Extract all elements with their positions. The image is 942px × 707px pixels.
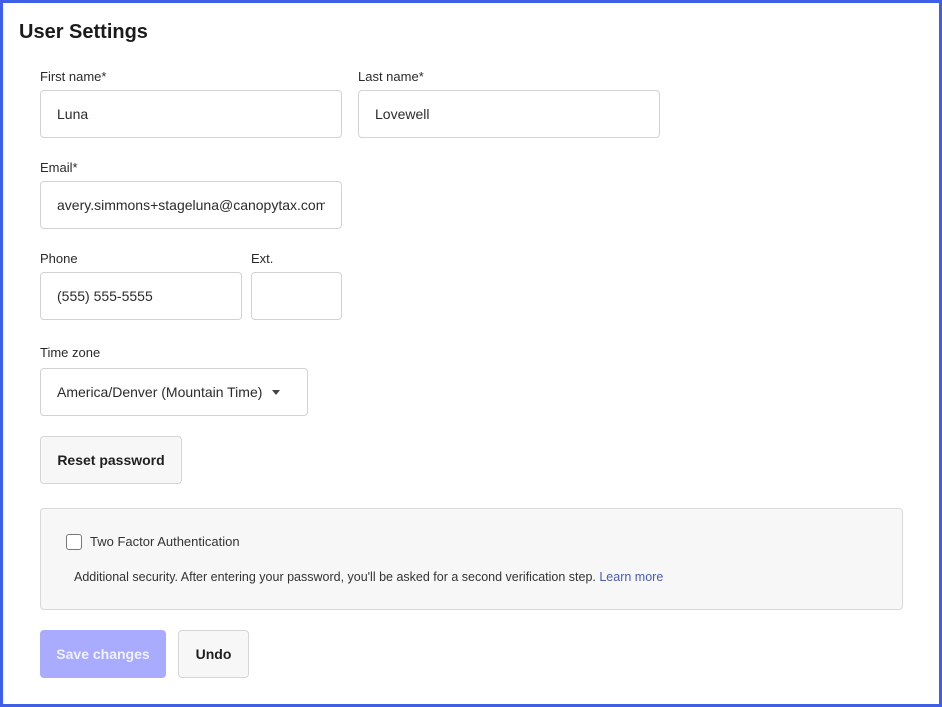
caret-down-icon [272, 389, 281, 395]
two-factor-checkbox[interactable] [66, 534, 82, 550]
two-factor-description: Additional security. After entering your… [74, 570, 663, 584]
first-name-input[interactable] [40, 90, 342, 138]
last-name-input[interactable] [358, 90, 660, 138]
phone-input[interactable] [40, 272, 242, 320]
page-title: User Settings [19, 21, 148, 43]
learn-more-link[interactable]: Learn more [599, 570, 663, 584]
first-name-label: First name* [40, 69, 107, 84]
email-label: Email* [40, 160, 78, 175]
two-factor-panel: Two Factor Authentication Additional sec… [40, 508, 903, 610]
time-zone-select[interactable]: America/Denver (Mountain Time) [40, 368, 308, 416]
ext-input[interactable] [251, 272, 342, 320]
ext-label: Ext. [251, 251, 274, 266]
two-factor-label: Two Factor Authentication [90, 534, 240, 549]
two-factor-description-text: Additional security. After entering your… [74, 570, 596, 584]
phone-label: Phone [40, 251, 78, 266]
reset-password-button[interactable]: Reset password [40, 436, 182, 484]
settings-window: User Settings First name* Last name* Ema… [0, 0, 942, 707]
undo-button[interactable]: Undo [178, 630, 249, 678]
last-name-label: Last name* [358, 69, 424, 84]
save-changes-button[interactable]: Save changes [40, 630, 166, 678]
time-zone-label: Time zone [40, 345, 101, 360]
email-input[interactable] [40, 181, 342, 229]
time-zone-value: America/Denver (Mountain Time) [57, 384, 263, 400]
